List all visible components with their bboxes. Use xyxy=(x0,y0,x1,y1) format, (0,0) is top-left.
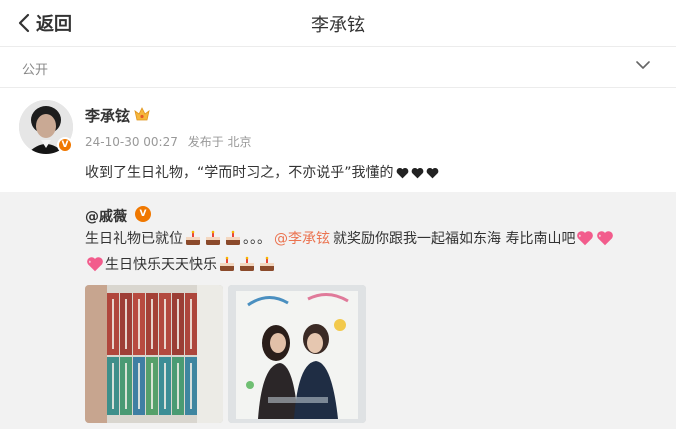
repost-text-line-1: 生日礼物已就位 。。。 @李承铉 就奖励你跟我一起福如东海 寿比南山吧 xyxy=(85,228,615,248)
repost-author[interactable]: @戚薇 xyxy=(85,206,127,226)
black-heart-icon xyxy=(411,167,423,179)
post-text: 收到了生日礼物，“学而时习之，不亦说乎”我懂的 xyxy=(85,165,394,181)
image-thumbnail-photo[interactable] xyxy=(228,285,366,423)
crown-icon[interactable] xyxy=(134,107,150,121)
post-text-container: 收到了生日礼物，“学而时习之，不亦说乎”我懂的 xyxy=(85,162,439,182)
visibility-row[interactable]: 公开 xyxy=(0,47,676,87)
visibility-label: 公开 xyxy=(22,63,49,78)
cake-icon xyxy=(240,256,254,271)
sparkling-heart-icon xyxy=(87,257,103,272)
cake-icon xyxy=(186,230,200,245)
post-card: V 李承铉 24-10-30 00:27 发布于 北京 收到了生日礼物，“学而时… xyxy=(0,88,676,192)
repost-text-line-2: 生日快乐天天快乐 xyxy=(85,254,277,274)
author-name[interactable]: 李承铉 xyxy=(85,105,130,126)
repost-text-end: 就奖励你跟我一起福如东海 寿比南山吧 xyxy=(333,231,576,247)
post-timestamp: 24-10-30 00:27 xyxy=(85,135,178,149)
cake-icon xyxy=(260,256,274,271)
repost-dots: 。。。 xyxy=(243,231,271,247)
repost-text-start: 生日礼物已就位 xyxy=(85,231,183,247)
black-heart-icon xyxy=(396,167,408,179)
repost-text-line-2-text: 生日快乐天天快乐 xyxy=(105,257,217,273)
hearts-group xyxy=(396,167,439,179)
mention-link[interactable]: @李承铉 xyxy=(274,228,330,248)
black-heart-icon xyxy=(426,167,438,179)
sparkling-heart-icon xyxy=(597,231,614,246)
cake-icon xyxy=(220,256,234,271)
verified-badge-icon: V xyxy=(135,206,151,222)
page-title: 李承铉 xyxy=(311,15,365,36)
post-meta: 24-10-30 00:27 发布于 北京 xyxy=(85,133,252,150)
sparkling-heart-icon xyxy=(577,231,594,246)
cake-icon xyxy=(226,230,240,245)
cake-icon xyxy=(206,230,220,245)
image-thumbnail-books[interactable] xyxy=(85,285,223,423)
post-location: 发布于 北京 xyxy=(187,135,252,149)
chevron-down-icon[interactable] xyxy=(636,60,650,70)
top-nav-bar: 返回 李承铉 xyxy=(0,0,676,46)
verified-badge-icon: V xyxy=(57,137,73,153)
repost-card[interactable]: @戚薇 V 生日礼物已就位 。。。 @李承铉 就奖励你跟我一起福如东海 寿比南山… xyxy=(0,192,676,429)
